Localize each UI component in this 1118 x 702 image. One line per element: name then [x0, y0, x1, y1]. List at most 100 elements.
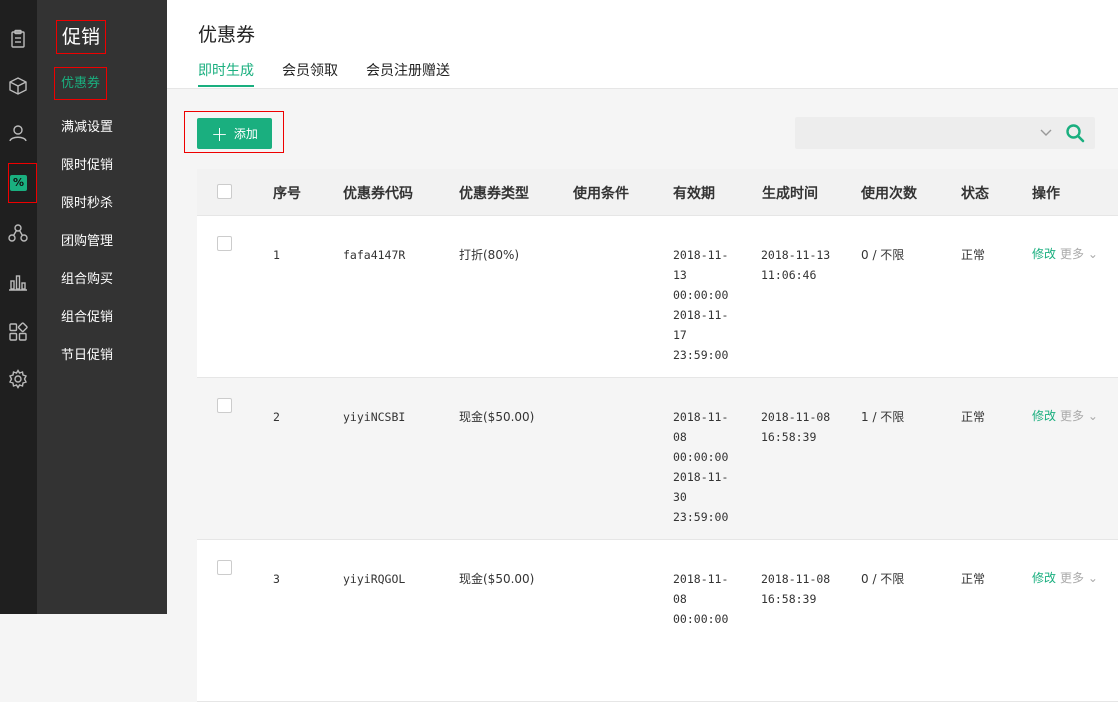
- more-dropdown[interactable]: 更多 ⌄: [1060, 409, 1098, 423]
- subnav-item-bundle-buy[interactable]: 组合购买: [61, 268, 113, 287]
- subnav-item-full-reduction[interactable]: 满减设置: [61, 116, 113, 135]
- column-header: 状态: [961, 186, 989, 202]
- add-button[interactable]: + 添加: [197, 118, 272, 149]
- more-label: 更多: [1060, 409, 1085, 423]
- created-time: 2018-11-13 11:06:46: [761, 245, 830, 285]
- column-header: 序号: [273, 186, 301, 202]
- column-header: 使用次数: [861, 186, 917, 202]
- validity-line: 08: [673, 430, 687, 444]
- validity-line: 00:00:00: [673, 612, 729, 626]
- created-time: 2018-11-08 16:58:39: [761, 569, 830, 609]
- network-icon[interactable]: [6, 221, 30, 245]
- validity-line: 00:00:00: [673, 450, 729, 464]
- table-row: 1 fafa4147R 打折(80%) 2018-11- 13 00:00:00…: [197, 216, 1118, 378]
- created-clock: 16:58:39: [761, 592, 817, 606]
- validity-line: 08: [673, 592, 687, 606]
- validity-period: 2018-11- 08 00:00:00: [673, 569, 728, 629]
- edit-link[interactable]: 修改: [1032, 247, 1056, 261]
- row-checkbox[interactable]: [217, 398, 232, 413]
- promotion-subnav: 促销 优惠券 满减设置 限时促销 限时秒杀 团购管理 组合购买 组合促销 节日促…: [37, 0, 167, 614]
- row-index: 3: [273, 572, 280, 586]
- validity-period: 2018-11- 08 00:00:00 2018-11- 30 23:59:0…: [673, 407, 728, 527]
- coupon-code: fafa4147R: [343, 248, 406, 262]
- column-header: 操作: [1032, 186, 1060, 202]
- discount-icon[interactable]: %: [8, 163, 37, 203]
- coupon-type: 现金($50.00): [459, 410, 535, 424]
- chevron-down-icon[interactable]: [1039, 125, 1053, 139]
- search-icon[interactable]: [1065, 123, 1085, 143]
- row-actions: 修改 更多 ⌄: [1032, 569, 1098, 586]
- validity-line: 2018-11-: [673, 248, 729, 262]
- validity-line: 17: [673, 328, 687, 342]
- gear-icon[interactable]: [6, 367, 30, 391]
- search-box: [795, 117, 1095, 149]
- tab-bar: 即时生成 会员领取 会员注册赠送: [198, 60, 478, 87]
- usage-count: 0 / 不限: [861, 572, 905, 586]
- column-header: 优惠券代码: [343, 186, 413, 202]
- select-all-checkbox[interactable]: [217, 184, 232, 199]
- row-index: 2: [273, 410, 280, 424]
- validity-line: 23:59:00: [673, 348, 729, 362]
- page-title: 优惠券: [198, 24, 256, 46]
- more-label: 更多: [1060, 571, 1085, 585]
- subnav-item-bundle-promo[interactable]: 组合促销: [61, 306, 113, 325]
- icon-rail: %: [0, 0, 37, 614]
- created-date: 2018-11-13: [761, 248, 831, 262]
- more-dropdown[interactable]: 更多 ⌄: [1060, 571, 1098, 585]
- subnav-item-coupon[interactable]: 优惠券: [54, 67, 108, 100]
- edit-link[interactable]: 修改: [1032, 571, 1056, 585]
- usage-count: 0 / 不限: [861, 248, 905, 262]
- status-text: 正常: [961, 248, 986, 262]
- coupon-code: yiyiRQGOL: [343, 572, 406, 586]
- row-checkbox[interactable]: [217, 236, 232, 251]
- status-text: 正常: [961, 410, 986, 424]
- row-checkbox[interactable]: [217, 560, 232, 575]
- validity-line: 23:59:00: [673, 510, 729, 524]
- table-row: 3 yiyiRQGOL 现金($50.00) 2018-11- 08 00:00…: [197, 540, 1118, 702]
- search-input[interactable]: [795, 117, 1045, 149]
- column-header: 有效期: [673, 186, 715, 202]
- more-dropdown[interactable]: 更多 ⌄: [1060, 247, 1098, 261]
- chevron-down-icon: ⌄: [1087, 409, 1098, 423]
- created-clock: 11:06:46: [761, 268, 817, 282]
- row-actions: 修改 更多 ⌄: [1032, 245, 1098, 262]
- page-header: 优惠券 即时生成 会员领取 会员注册赠送: [167, 0, 1118, 89]
- usage-count: 1 / 不限: [861, 410, 905, 424]
- validity-line: 2018-11-: [673, 470, 729, 484]
- subnav-item-holiday-promo[interactable]: 节日促销: [61, 344, 113, 363]
- subnav-item-group-buy[interactable]: 团购管理: [61, 230, 113, 249]
- row-index: 1: [273, 248, 280, 262]
- subnav-item-time-limited[interactable]: 限时促销: [61, 154, 113, 173]
- row-actions: 修改 更多 ⌄: [1032, 407, 1098, 424]
- more-label: 更多: [1060, 247, 1085, 261]
- add-button-highlight: + 添加: [184, 111, 284, 153]
- tab-member-claim[interactable]: 会员领取: [282, 60, 338, 87]
- validity-line: 30: [673, 490, 687, 504]
- subnav-title: 促销: [56, 20, 107, 54]
- add-button-label: 添加: [233, 127, 258, 141]
- column-header: 使用条件: [573, 186, 629, 202]
- validity-line: 13: [673, 268, 687, 282]
- subnav-item-flash-sale[interactable]: 限时秒杀: [61, 192, 113, 211]
- table-row: 2 yiyiNCSBI 现金($50.00) 2018-11- 08 00:00…: [197, 378, 1118, 540]
- column-header: 优惠券类型: [459, 186, 529, 202]
- coupon-code: yiyiNCSBI: [343, 410, 406, 424]
- status-text: 正常: [961, 572, 986, 586]
- tab-instant-generate[interactable]: 即时生成: [198, 60, 254, 87]
- created-date: 2018-11-08: [761, 410, 831, 424]
- apps-icon[interactable]: [6, 320, 30, 344]
- validity-line: 2018-11-: [673, 572, 729, 586]
- edit-link[interactable]: 修改: [1032, 409, 1056, 423]
- tab-register-gift[interactable]: 会员注册赠送: [366, 60, 450, 87]
- validity-line: 2018-11-: [673, 308, 729, 322]
- validity-line: 00:00:00: [673, 288, 729, 302]
- main-panel: 优惠券 即时生成 会员领取 会员注册赠送 + 添加 序号 优惠券代码 优惠券类型: [167, 0, 1118, 702]
- validity-line: 2018-11-: [673, 410, 729, 424]
- bar-chart-icon[interactable]: [6, 270, 30, 294]
- user-icon[interactable]: [6, 121, 30, 145]
- clipboard-icon[interactable]: [6, 27, 30, 51]
- box-icon[interactable]: [6, 74, 30, 98]
- coupon-type: 现金($50.00): [459, 572, 535, 586]
- coupon-table: 序号 优惠券代码 优惠券类型 使用条件 有效期 生成时间 使用次数 状态 操作 …: [197, 169, 1118, 702]
- created-date: 2018-11-08: [761, 572, 831, 586]
